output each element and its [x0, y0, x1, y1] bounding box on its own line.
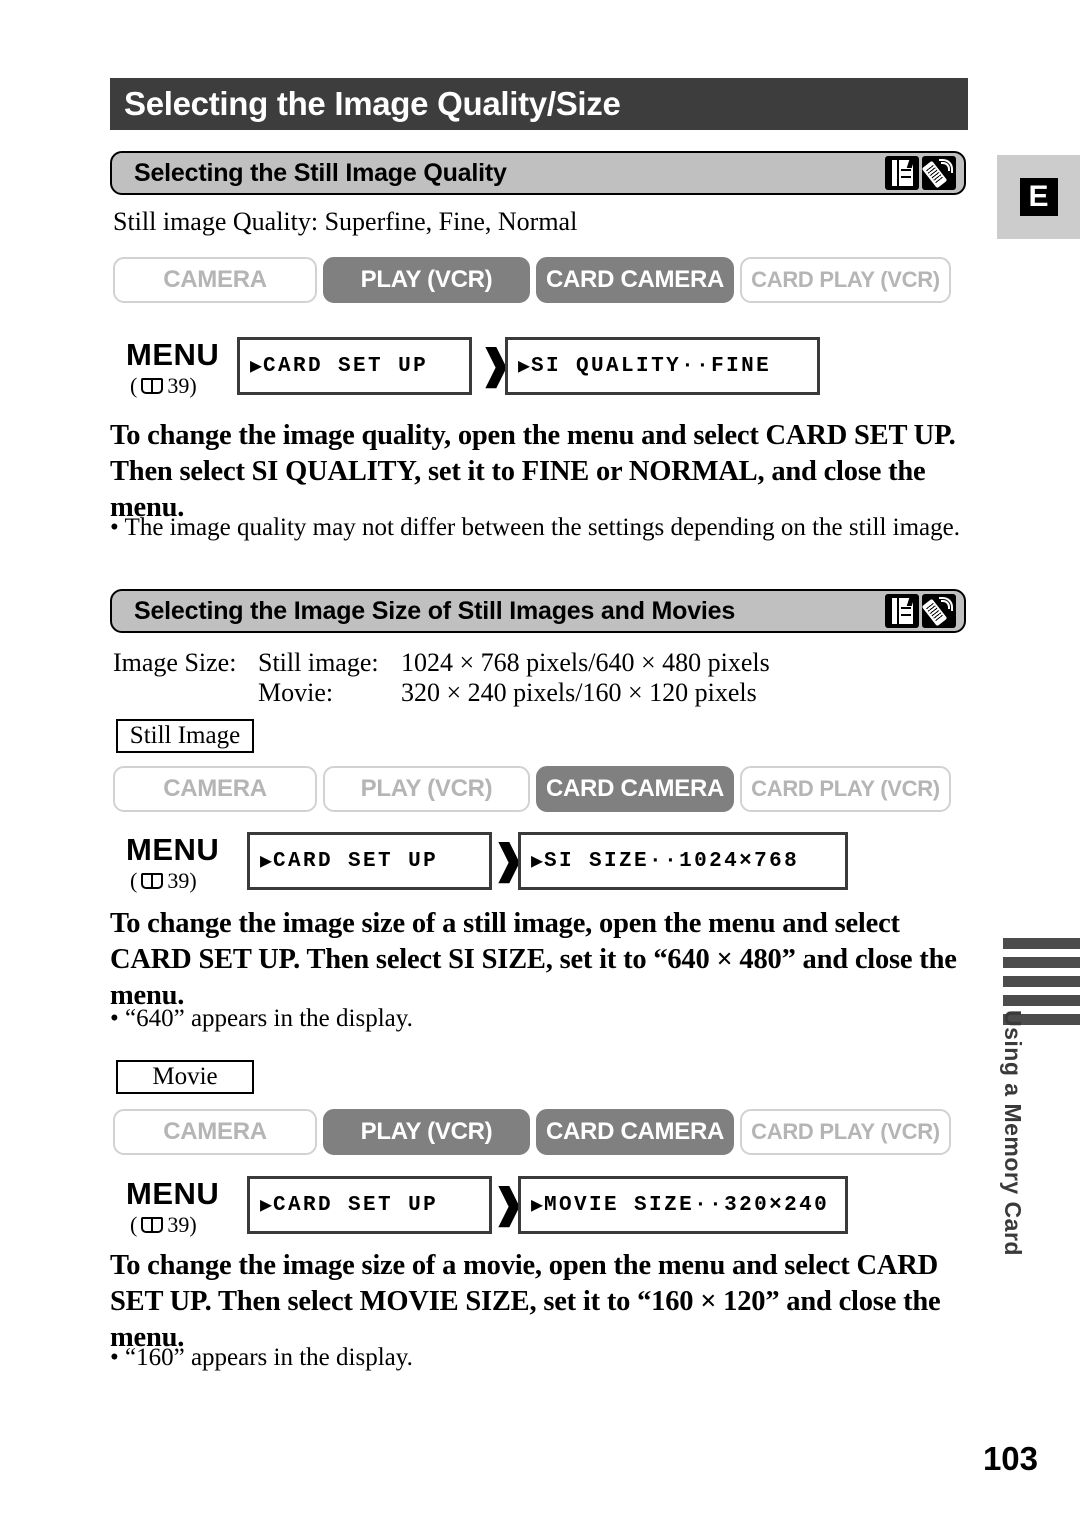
menu-ref-open-paren: (: [130, 373, 138, 398]
lcd-step-1-movie: ▶ CARD SET UP: [247, 1176, 492, 1234]
thumb-bar: [1003, 995, 1080, 1006]
mode-button-card-camera-3[interactable]: CARD CAMERA: [536, 1109, 734, 1155]
spec-value-still-image: 1024 × 768 pixels/640 × 480 pixels: [401, 648, 770, 677]
lcd-step-1-text: CARD SET UP: [263, 354, 429, 378]
spec-label-image-size: Image Size:: [113, 648, 237, 677]
lcd-step-2: ▶ SI QUALITY··FINE: [505, 337, 820, 395]
still-quality-intro: Still image Quality: Superfine, Fine, No…: [113, 207, 578, 236]
mode-button-camera-2[interactable]: CAMERA: [113, 766, 317, 812]
bullet-movie-1: • “160” appears in the display.: [110, 1344, 413, 1371]
book-icon: [141, 378, 164, 394]
section-header-image-size: Selecting the Image Size of Still Images…: [110, 589, 966, 633]
remote-control-icon-2: [922, 594, 956, 628]
remote-control-icon: [922, 156, 956, 190]
mode-button-card-camera[interactable]: CARD CAMERA: [536, 257, 734, 303]
thumb-bar: [1003, 976, 1080, 987]
mode-button-card-play-vcr[interactable]: CARD PLAY (VCR): [740, 257, 951, 303]
memory-card-icon-2: [885, 594, 919, 628]
side-chapter-label: Using a Memory Card: [1000, 1010, 1026, 1256]
bullet-still-image-1: • “640” appears in the display.: [110, 1005, 413, 1032]
section-heading-label-2: Selecting the Image Size of Still Images…: [134, 596, 736, 625]
lcd-step-2-text-2: SI SIZE··1024×768: [544, 849, 800, 873]
mode-button-play-vcr[interactable]: PLAY (VCR): [323, 257, 530, 303]
mode-button-camera-3[interactable]: CAMERA: [113, 1109, 317, 1155]
mode-button-card-play-vcr-2[interactable]: CARD PLAY (VCR): [740, 766, 951, 812]
menu-ref-open-paren-2: (: [130, 868, 138, 893]
book-icon-3: [141, 1217, 164, 1233]
menu-row-still-image: MENU ( 39) ▶CARD SET UP ❱❱ ▶SI SIZE··102…: [113, 832, 983, 900]
instruction-still-image-size: To change the image size of a still imag…: [110, 908, 957, 1011]
instruction-still-quality: To change the image quality, open the me…: [110, 420, 956, 523]
lcd-step-2-still-image: ▶ SI SIZE··1024×768: [518, 832, 848, 890]
menu-label: MENU: [126, 337, 220, 372]
spec-row-movie: Movie: 320 × 240 pixels/160 × 120 pixels: [113, 676, 757, 710]
menu-ref-open-paren-3: (: [130, 1212, 138, 1237]
section-header-still-image-quality: Selecting the Still Image Quality: [110, 151, 966, 195]
lcd-step-2-text: SI QUALITY··FINE: [531, 354, 772, 378]
thumb-bar: [1003, 957, 1080, 968]
thumb-bar: [1003, 938, 1080, 949]
language-tab-letter: E: [1019, 178, 1058, 216]
lcd-step-2-movie: ▶ MOVIE SIZE··320×240: [518, 1176, 848, 1234]
menu-label-2: MENU: [126, 832, 220, 867]
caption-still-image: Still Image: [116, 719, 254, 753]
lcd-cursor-arrow-3: ▶: [260, 851, 273, 874]
lcd-step-1: ▶ CARD SET UP: [237, 337, 472, 395]
mode-row-movie: CAMERA PLAY (VCR) CARD CAMERA CARD PLAY …: [113, 1109, 951, 1155]
menu-row-still-quality: MENU ( 39) ▶CARD SET UP ❱❱ ▶SI QUALITY··…: [113, 337, 983, 405]
menu-ref-page-2: 39): [167, 868, 197, 893]
mode-button-camera[interactable]: CAMERA: [113, 257, 317, 303]
lcd-step-1-text-2: CARD SET UP: [273, 849, 439, 873]
menu-page-reference: ( 39): [130, 373, 197, 399]
bullet-still-quality-1: • The image quality may not differ betwe…: [110, 514, 960, 541]
lcd-cursor-arrow: ▶: [250, 356, 263, 379]
spec-row-still-image: Image Size: Still image: 1024 × 768 pixe…: [113, 646, 770, 680]
lcd-cursor-arrow-6: ▶: [531, 1195, 544, 1218]
section-heading-label: Selecting the Still Image Quality: [134, 158, 507, 187]
menu-ref-page: 39): [167, 373, 197, 398]
menu-page-reference-2: ( 39): [130, 868, 197, 894]
mode-button-card-camera-2[interactable]: CARD CAMERA: [536, 766, 734, 812]
instruction-movie-size: To change the image size of a movie, ope…: [110, 1250, 941, 1353]
caption-movie: Movie: [116, 1060, 254, 1094]
book-icon-2: [141, 873, 164, 889]
page-title: Selecting the Image Quality/Size: [124, 85, 621, 122]
spec-value-movie: 320 × 240 pixels/160 × 120 pixels: [401, 678, 757, 707]
mode-button-play-vcr-2[interactable]: PLAY (VCR): [323, 766, 530, 812]
page-number: 103: [982, 1440, 1038, 1477]
spec-label-blank: [113, 676, 258, 710]
lcd-cursor-arrow-4: ▶: [531, 851, 544, 874]
mode-row-still-quality: CAMERA PLAY (VCR) CARD CAMERA CARD PLAY …: [113, 257, 951, 303]
lcd-cursor-arrow-2: ▶: [518, 356, 531, 379]
lcd-step-1-text-3: CARD SET UP: [273, 1193, 439, 1217]
menu-ref-page-3: 39): [167, 1212, 197, 1237]
language-tab: E: [997, 155, 1080, 239]
mode-button-play-vcr-3[interactable]: PLAY (VCR): [323, 1109, 530, 1155]
menu-row-movie: MENU ( 39) ▶CARD SET UP ❱❱ ▶MOVIE SIZE··…: [113, 1176, 983, 1244]
section-header-icons-2: [885, 594, 964, 628]
spec-key-still-image: Still image:: [258, 648, 379, 677]
mode-button-card-play-vcr-3[interactable]: CARD PLAY (VCR): [740, 1109, 951, 1155]
menu-page-reference-3: ( 39): [130, 1212, 197, 1238]
mode-row-still-image: CAMERA PLAY (VCR) CARD CAMERA CARD PLAY …: [113, 766, 951, 812]
memory-card-icon: [885, 156, 919, 190]
menu-label-3: MENU: [126, 1176, 220, 1211]
spec-key-movie: Movie:: [258, 678, 334, 707]
lcd-step-2-text-3: MOVIE SIZE··320×240: [544, 1193, 830, 1217]
lcd-cursor-arrow-5: ▶: [260, 1195, 273, 1218]
page-title-bar: Selecting the Image Quality/Size: [110, 78, 968, 130]
manual-page: E Selecting the Image Quality/Size Selec…: [0, 0, 1080, 1535]
lcd-step-1-still-image: ▶ CARD SET UP: [247, 832, 492, 890]
section-header-icons: [885, 156, 964, 190]
